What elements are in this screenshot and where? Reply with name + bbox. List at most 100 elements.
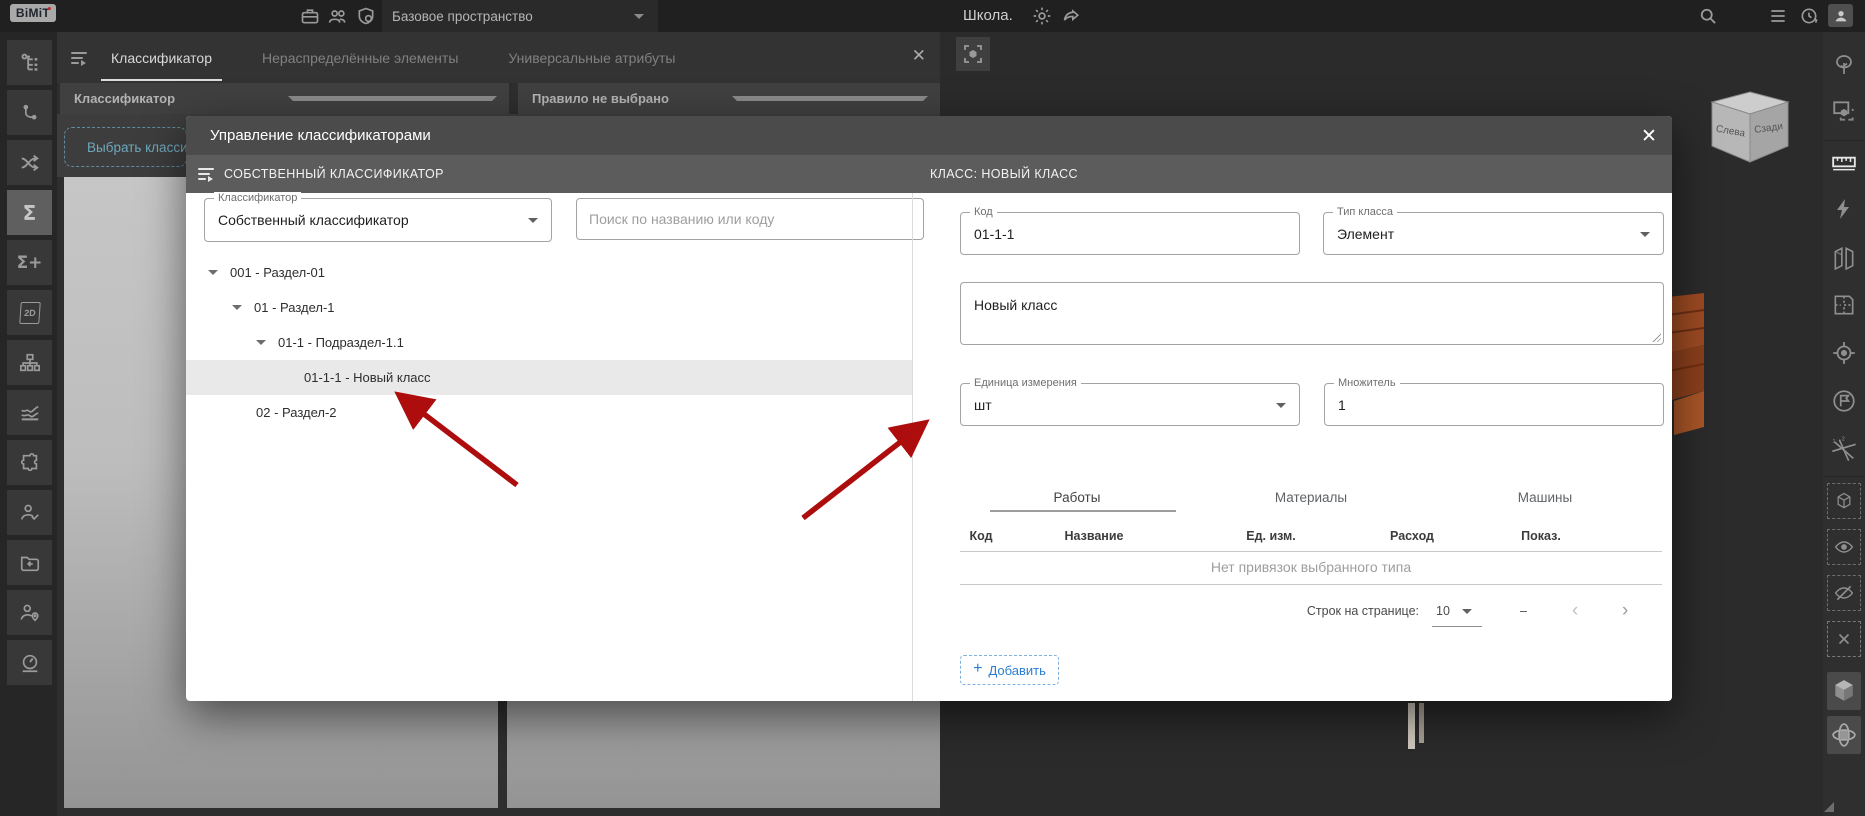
- classifier-select[interactable]: Классификатор Собственный классификатор: [204, 192, 552, 242]
- puzzle-icon[interactable]: [7, 440, 52, 485]
- classifier-management-dialog: Управление классификаторами ✕ СОБСТВЕННЫ…: [186, 116, 1672, 701]
- multiplier-field[interactable]: Множитель 1: [1324, 377, 1664, 426]
- add-binding-button[interactable]: + Добавить: [960, 655, 1059, 685]
- multiplier-label: Множитель: [1334, 377, 1400, 389]
- gear-icon[interactable]: [1032, 6, 1052, 26]
- bimit-logo[interactable]: BiMiT: [10, 4, 56, 22]
- account-avatar[interactable]: [1828, 4, 1853, 27]
- flag-icon[interactable]: [1827, 384, 1861, 418]
- toolbar-divider: [1825, 140, 1863, 141]
- unit-value: шт: [974, 396, 992, 413]
- chevron-down-icon: [1640, 231, 1650, 237]
- classifier-select-value: Собственный классификатор: [218, 212, 409, 228]
- pick-classifier-button[interactable]: Выбрать класси: [64, 127, 187, 167]
- dialog-title: Управление классификаторами: [210, 127, 431, 144]
- sheet-2d-icon[interactable]: 2D: [7, 290, 52, 335]
- tab-materials[interactable]: Материалы: [1194, 490, 1428, 505]
- workspace-name: Базовое пространство: [392, 8, 533, 24]
- floorplan-icon[interactable]: [1827, 288, 1861, 322]
- ghost-cube-icon[interactable]: [1827, 483, 1861, 519]
- select-elements-tool[interactable]: [956, 37, 990, 71]
- class-type-value: Элемент: [1337, 225, 1395, 242]
- section-box-icon[interactable]: [1827, 240, 1861, 274]
- connections-icon[interactable]: [7, 90, 52, 135]
- tree-item-label: 01-1-1 - Новый класс: [304, 370, 431, 385]
- search-icon[interactable]: [1698, 6, 1718, 26]
- person-check-icon[interactable]: [7, 490, 52, 535]
- sum-icon[interactable]: Σ: [7, 190, 52, 235]
- left-toolbar: Σ Σ+ 2D ?: [0, 32, 57, 816]
- classifier-filter-label: Классификатор: [74, 91, 176, 106]
- class-name-textarea[interactable]: Новый класс: [960, 282, 1664, 345]
- orbit-icon[interactable]: [1827, 716, 1861, 754]
- view-cube[interactable]: Слева Сзади: [1700, 86, 1800, 170]
- dialog-subheader: СОБСТВЕННЫЙ КЛАССИФИКАТОР КЛАСС: НОВЫЙ К…: [186, 155, 1672, 193]
- page-range: –: [1520, 604, 1527, 618]
- flash-icon[interactable]: [1827, 192, 1861, 226]
- tree-item-new-class[interactable]: 01-1-1 - Новый класс: [186, 360, 912, 395]
- gauge-icon[interactable]: [7, 640, 52, 685]
- model-tree-icon[interactable]: [7, 40, 52, 85]
- tree-item-root[interactable]: 001 - Раздел-01: [186, 255, 912, 290]
- workspace-select[interactable]: Базовое пространство: [382, 0, 658, 32]
- visibility-off-icon[interactable]: [1827, 575, 1861, 611]
- prev-page-icon[interactable]: ‹: [1572, 600, 1578, 622]
- rows-per-page-select[interactable]: 10: [1436, 604, 1450, 618]
- empty-table-message: Нет привязок выбранного типа: [1210, 559, 1412, 575]
- chevron-down-icon[interactable]: [1462, 609, 1472, 614]
- tab-unassigned-elements[interactable]: Нераспределённые элементы: [260, 35, 460, 81]
- folder-share-icon[interactable]: [7, 540, 52, 585]
- dialog-close-icon[interactable]: ✕: [1636, 124, 1662, 150]
- textarea-resize-handle[interactable]: [1651, 332, 1661, 342]
- solid-cube-icon[interactable]: [1827, 672, 1861, 710]
- axes-icon[interactable]: 12: [1827, 432, 1861, 466]
- tree-item-subsection[interactable]: 01-1 - Подраздел-1.1: [186, 325, 912, 360]
- team-icon[interactable]: [328, 6, 348, 26]
- tree-expand-icon[interactable]: [232, 305, 242, 310]
- table-header-divider: [960, 551, 1662, 552]
- tree-item-label: 01-1 - Подраздел-1.1: [278, 335, 404, 350]
- ruler-icon[interactable]: [1827, 145, 1861, 179]
- share-icon[interactable]: [1062, 6, 1082, 26]
- org-chart-icon[interactable]: [7, 340, 52, 385]
- column-name: Название: [1064, 529, 1124, 543]
- close-panel-icon[interactable]: ✕: [912, 46, 926, 66]
- menu-expand-icon[interactable]: [71, 51, 87, 66]
- shield-icon[interactable]: [356, 6, 376, 26]
- selection-area-icon[interactable]: [1827, 94, 1861, 128]
- tree-menu-icon[interactable]: [198, 168, 214, 182]
- rule-filter-dropdown[interactable]: Правило не выбрано: [518, 83, 940, 114]
- code-field[interactable]: Код 01-1-1: [960, 206, 1300, 255]
- class-header: КЛАСС: НОВЫЙ КЛАСС: [930, 167, 1078, 181]
- resize-handle[interactable]: [1824, 802, 1834, 812]
- person-location-icon[interactable]: [7, 590, 52, 635]
- top-bar: BiMiT Базовое пространство Школа.: [0, 0, 1865, 32]
- tree-item-section2[interactable]: 02 - Раздел-2: [186, 395, 912, 430]
- tab-machines[interactable]: Машины: [1428, 490, 1662, 505]
- notifications-icon[interactable]: [1799, 6, 1819, 26]
- classifier-filter-dropdown[interactable]: Классификатор: [60, 83, 509, 114]
- nature-tree-icon[interactable]: [1827, 48, 1861, 82]
- unit-select[interactable]: Единица измерения шт: [960, 377, 1300, 426]
- project-title: Школа.: [963, 7, 1013, 24]
- class-type-select[interactable]: Тип класса Элемент: [1323, 206, 1664, 255]
- shuffle-icon[interactable]: [7, 140, 52, 185]
- search-input[interactable]: [576, 198, 924, 240]
- sum-add-icon[interactable]: Σ+: [7, 240, 52, 285]
- tab-universal-attributes[interactable]: Универсальные атрибуты: [506, 35, 677, 81]
- next-page-icon[interactable]: ›: [1622, 600, 1628, 622]
- trend-chart-icon[interactable]: [7, 390, 52, 435]
- tree-expand-icon[interactable]: [208, 270, 218, 275]
- focus-target-icon[interactable]: [1827, 336, 1861, 370]
- chevron-down-icon: [287, 96, 497, 101]
- code-field-value: 01-1-1: [974, 225, 1015, 242]
- column-indicator: Показ.: [1521, 529, 1561, 543]
- tab-works[interactable]: Работы: [960, 490, 1194, 505]
- visibility-icon[interactable]: [1827, 529, 1861, 565]
- tree-expand-icon[interactable]: [256, 340, 266, 345]
- list-view-icon[interactable]: [1768, 6, 1788, 26]
- tab-classifier[interactable]: Классификатор: [100, 35, 223, 81]
- tree-item-section1[interactable]: 01 - Раздел-1: [186, 290, 912, 325]
- clear-selection-icon[interactable]: [1827, 621, 1861, 657]
- briefcase-icon[interactable]: [300, 6, 320, 26]
